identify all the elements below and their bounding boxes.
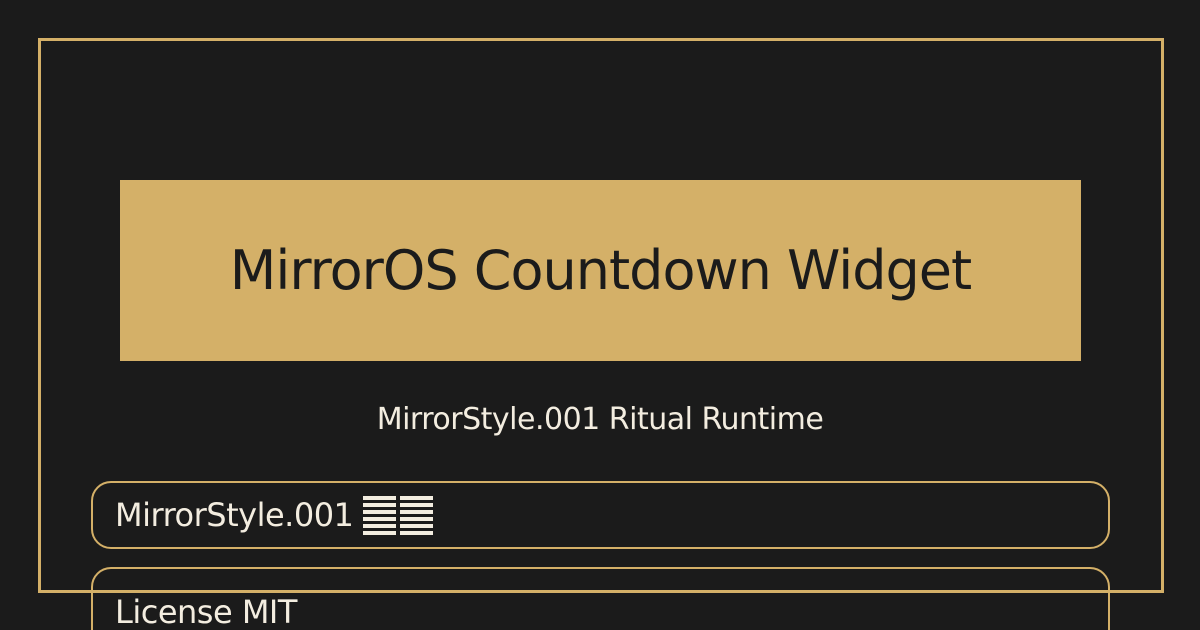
social-card: MirrorOS Countdown Widget MirrorStyle.00… bbox=[0, 0, 1200, 630]
card-title: MirrorOS Countdown Widget bbox=[229, 239, 972, 302]
hexagram-bars-icon bbox=[363, 495, 434, 535]
license-badge-label: License MIT bbox=[115, 593, 297, 630]
title-banner: MirrorOS Countdown Widget bbox=[120, 180, 1081, 361]
style-badge: MirrorStyle.001 bbox=[91, 481, 1110, 549]
card-subtitle: MirrorStyle.001 Ritual Runtime bbox=[376, 402, 824, 437]
license-badge: License MIT bbox=[91, 567, 1110, 630]
style-badge-label: MirrorStyle.001 bbox=[115, 496, 354, 534]
